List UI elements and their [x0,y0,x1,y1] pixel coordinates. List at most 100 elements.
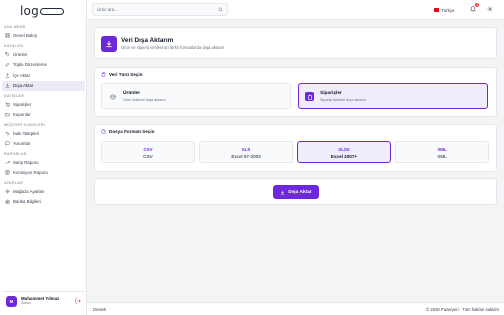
trend-icon [5,160,10,165]
format-code: CSV [143,147,153,152]
ticket-icon [5,112,10,117]
language-label: Türkçe [441,7,455,13]
bag-icon [305,92,314,101]
bank-icon [5,199,10,204]
sidebar-item-label: Mağaza Ayarları [13,188,45,194]
sidebar-item-label: Siparişler [13,101,32,107]
data-type-products[interactable]: Ürünler Ürün listesini dışa aktarın [101,83,291,109]
sidebar-nav: ANA MENÜ Genel Bakış KATALOG Ürünler Toplu D… [0,22,87,207]
upload-icon [5,72,10,78]
language-selector[interactable]: Türkçe [431,5,457,15]
export-button-label: Dışa Aktar [288,189,312,195]
user-box[interactable]: M Muhammet Yılmaz Satıcı [3,291,84,310]
bell-icon[interactable] [470,6,476,12]
data-type-heading: Veri Türü Seçin [101,72,142,77]
format-code: XML [437,147,447,152]
notification-badge: 3 [475,3,479,7]
nav-section-title: SATIŞLAR [4,93,25,98]
sidebar-item[interactable]: Dışa Aktar [2,80,85,91]
nav-section-title: KATALOG [4,43,24,48]
sidebar-item-label: Satış Raporu [13,159,39,165]
user-role: Satıcı [21,301,31,305]
sidebar-item[interactable]: Satış Raporu [2,157,85,167]
support-link[interactable]: Destek [93,307,106,312]
export-button[interactable]: Dışa Aktar [273,185,319,199]
file-format-heading: Dosya Formatı Seçin [101,129,154,134]
report-icon [5,170,10,175]
page-subtitle: Ürün ve sipariş verilerinizi farklı form… [121,45,225,50]
sidebar-item-label: Genel Bakış [13,33,37,38]
nav-section-title: ANA MENÜ [4,25,26,29]
sidebar-item-label: İçe Aktar [13,72,31,78]
page-title: Veri Dışa Aktarım [121,37,174,44]
topbar: Türkçe 3 [87,0,504,20]
sidebar-item-label: Toplu Düzenleme [13,62,47,67]
format-name: CSV [143,154,153,159]
download-icon [5,83,10,88]
format-option-xlsx[interactable]: XLSX Excel 2007+ [297,141,391,163]
sidebar-item[interactable]: Banka Bilgileri [2,197,85,207]
nav-section-title: RAPORLAR [4,151,27,156]
sidebar-item-label: Kuponlar [13,112,31,117]
format-name: XML [437,154,447,159]
clipboard-icon [101,72,106,77]
sidebar-item-label: Ürünler [13,51,28,57]
sidebar-item[interactable]: Ürünler [2,49,85,59]
logout-icon[interactable] [75,298,81,304]
sidebar-item-label: Komisyon Raporu [13,170,48,175]
sidebar-item[interactable]: Mağaza Ayarları [2,186,85,196]
tag-icon [5,51,10,57]
data-type-desc: Ürün listesini dışa aktarın [123,98,166,102]
data-type-title: Ürünler [123,91,141,96]
file-format-card: Dosya Formatı Seçin CSV CSV XLS Excel 97… [94,124,497,172]
box-icon [108,92,117,101]
search-box[interactable] [92,3,228,16]
format-option-xls[interactable]: XLS Excel 97-2003 [199,141,293,163]
action-card: Dışa Aktar [94,178,497,205]
sun-icon[interactable] [487,6,493,12]
sidebar: log ANA MENÜ Genel Bakış KATALOG Ürünler Top… [0,0,87,315]
file-icon [101,129,106,134]
logo-pill [39,8,64,15]
data-type-title: Siparişler [320,91,342,96]
logo[interactable]: log [20,4,64,18]
sidebar-item[interactable]: Toplu Düzenleme [2,60,85,70]
user-info: Muhammet Yılmaz Satıcı [21,296,59,307]
file-format-label: Dosya Formatı Seçin [109,129,155,134]
sidebar-item-label: Yorumlar [13,141,31,146]
sidebar-item-label: İade Talepleri [13,130,40,136]
data-type-desc: Sipariş listesini dışa aktarın [320,98,367,102]
grid-icon [5,33,10,38]
sidebar-item-label: Banka Bilgileri [13,199,41,204]
sidebar-item[interactable]: Yorumlar [2,139,85,149]
logo-text: log [20,4,39,18]
data-type-label: Veri Türü Seçin [109,72,143,77]
format-option-csv[interactable]: CSV CSV [101,141,195,163]
sidebar-item[interactable]: İade Talepleri [2,128,85,138]
sidebar-item[interactable]: Kuponlar [2,110,85,120]
page-header-card: Veri Dışa Aktarım Ürün ve sipariş verile… [94,27,497,59]
sidebar-item[interactable]: Genel Bakış [2,31,85,41]
format-option-xml[interactable]: XML XML [395,141,489,163]
data-type-orders[interactable]: Siparişler Sipariş listesini dışa aktarı… [298,83,488,109]
sidebar-item-label: Dışa Aktar [13,83,34,88]
format-code: XLSX [338,147,350,152]
search-input[interactable] [93,4,208,15]
sidebar-item[interactable]: Komisyon Raporu [2,168,85,178]
sidebar-item[interactable]: Siparişler [2,99,85,109]
format-code: XLS [241,147,251,152]
edit-icon [5,62,10,67]
avatar: M [6,295,17,307]
search-icon[interactable] [218,7,223,12]
nav-section-title: AYARLAR [4,180,24,185]
format-name: Excel 2007+ [330,154,358,159]
download-icon [281,190,285,194]
data-type-card: Veri Türü Seçin Ürünler Ürün listesini d… [94,67,497,117]
return-icon [5,131,10,136]
download-icon [101,36,117,52]
format-name: Excel 97-2003 [231,154,261,159]
flag-icon [434,8,439,12]
cart-icon [5,101,10,107]
sidebar-item[interactable]: İçe Aktar [2,70,85,80]
copyright: © 2026 Pazaryeri · Tüm hakları saklıdır [426,307,499,312]
